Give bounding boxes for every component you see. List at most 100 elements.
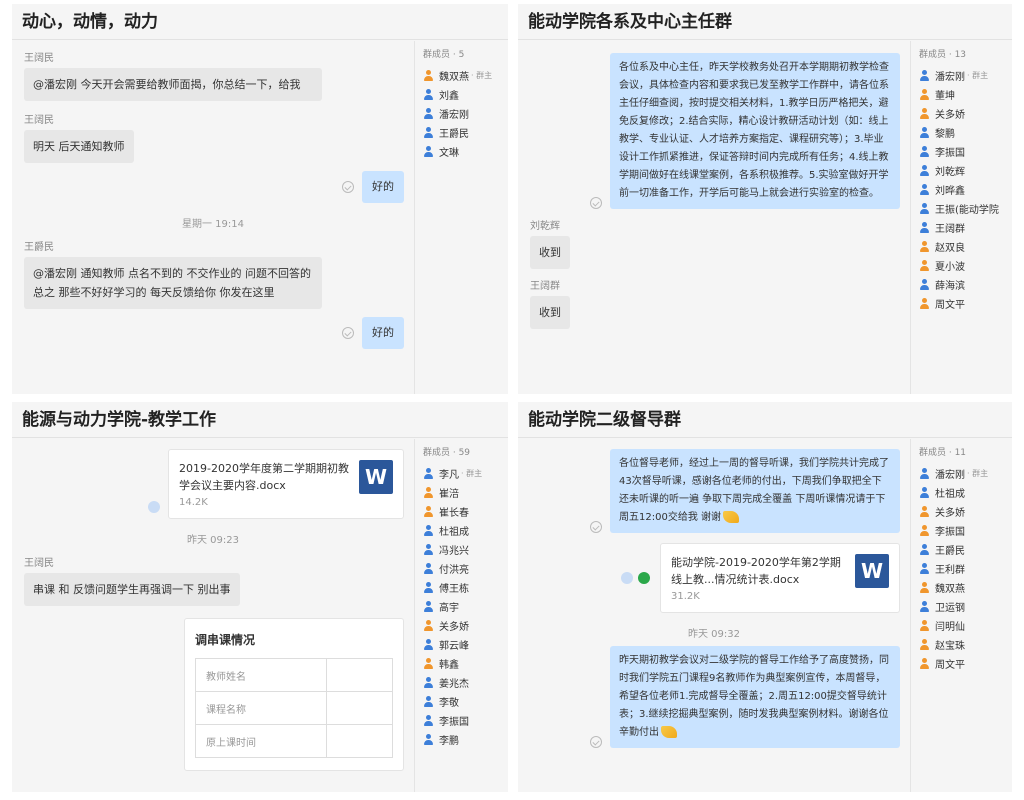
member-name: 潘宏刚	[935, 470, 965, 481]
member-item[interactable]: 潘宏刚	[423, 104, 508, 123]
member-item[interactable]: 冯兆兴	[423, 540, 508, 559]
member-item[interactable]: 崔涪	[423, 483, 508, 502]
member-item[interactable]: 黎鹏	[919, 123, 1012, 142]
member-item[interactable]: 关多娇	[919, 502, 1012, 521]
message-bubble[interactable]: @潘宏刚 通知教师 点名不到的 不交作业的 问题不回答的 总之 那些不好好学习的…	[24, 257, 322, 309]
my-message-bubble[interactable]: 各位系及中心主任，昨天学校教务处召开本学期期初教学检查会议，具体检查内容和要求我…	[610, 53, 900, 209]
message-area[interactable]: 各位系及中心主任，昨天学校教务处召开本学期期初教学检查会议，具体检查内容和要求我…	[518, 41, 910, 394]
member-item[interactable]: 李振国	[919, 521, 1012, 540]
member-item[interactable]: 王振(能动学院	[919, 199, 1012, 218]
user-icon	[919, 487, 930, 498]
read-status-icon	[590, 197, 602, 209]
member-item[interactable]: 韩鑫	[423, 654, 508, 673]
member-item[interactable]: 关多娇	[423, 616, 508, 635]
user-icon	[919, 582, 930, 593]
sender-name: 王阔群	[530, 281, 560, 292]
chat-title: 能动学院各系及中心主任群	[518, 4, 1012, 40]
download-icon[interactable]	[638, 572, 650, 584]
user-icon	[919, 146, 930, 157]
member-name: 周文平	[935, 300, 965, 311]
member-item[interactable]: 赵双良	[919, 237, 1012, 256]
member-item[interactable]: 郭云峰	[423, 635, 508, 654]
member-name: 关多娇	[439, 622, 469, 633]
message-bubble[interactable]: 明天 后天通知教师	[24, 130, 134, 163]
form-field-value[interactable]	[326, 724, 393, 758]
message-area[interactable]: 2019-2020学年度第二学期期初教学会议主要内容.docx 14.2K W …	[12, 439, 414, 792]
message-area[interactable]: 王阔民 @潘宏刚 今天开会需要给教师面揭，你总结一下，给我 王阔民 明天 后天通…	[12, 41, 414, 394]
timestamp: 昨天 09:32	[688, 629, 740, 640]
member-item[interactable]: 赵宝珠	[919, 635, 1012, 654]
user-icon	[423, 658, 434, 669]
user-icon	[423, 544, 434, 555]
member-item[interactable]: 潘宏刚 · 群主	[919, 66, 1012, 85]
member-item[interactable]: 付洪亮	[423, 559, 508, 578]
member-item[interactable]: 刘鑫	[423, 85, 508, 104]
my-message-bubble[interactable]: 昨天期初教学会议对二级学院的督导工作给予了高度赞扬，同时我们学院五门课程9名教师…	[610, 646, 900, 748]
chat-title: 动心，动情，动力	[12, 4, 508, 40]
member-item[interactable]: 李振国	[423, 711, 508, 730]
member-name: 李振国	[935, 527, 965, 538]
file-attachment[interactable]: 能动学院-2019-2020学年第2学期线上教...情况统计表.docx 31.…	[660, 543, 900, 613]
member-name: 王振(能动学院	[935, 205, 999, 216]
message-area[interactable]: 各位督导老师，经过上一周的督导听课，我们学院共计完成了43次督导听课，感谢各位老…	[518, 439, 910, 792]
member-item[interactable]: 王爵民	[423, 123, 508, 142]
member-item[interactable]: 潘宏刚 · 群主	[919, 464, 1012, 483]
member-item[interactable]: 李鹏	[423, 730, 508, 749]
my-message-bubble[interactable]: 好的	[362, 317, 404, 349]
member-item[interactable]: 傅王栋	[423, 578, 508, 597]
member-name: 付洪亮	[439, 565, 469, 576]
member-name: 卫运钢	[935, 603, 965, 614]
my-message-bubble[interactable]: 好的	[362, 171, 404, 203]
message-bubble[interactable]: 串课 和 反馈问题学生再强调一下 别出事	[24, 573, 240, 606]
member-item[interactable]: 刘晔鑫	[919, 180, 1012, 199]
member-item[interactable]: 崔长春	[423, 502, 508, 521]
member-item[interactable]: 杜祖成	[423, 521, 508, 540]
member-name: 郭云峰	[439, 641, 469, 652]
user-icon	[423, 146, 434, 157]
message-bubble[interactable]: 收到	[530, 296, 570, 329]
user-icon	[423, 715, 434, 726]
user-icon	[919, 108, 930, 119]
member-item[interactable]: 高宇	[423, 597, 508, 616]
member-name: 夏小波	[935, 262, 965, 273]
member-item[interactable]: 王利群	[919, 559, 1012, 578]
member-item[interactable]: 王爵民	[919, 540, 1012, 559]
member-item[interactable]: 李敬	[423, 692, 508, 711]
member-item[interactable]: 李振国	[919, 142, 1012, 161]
form-field-value[interactable]	[326, 658, 393, 692]
member-item[interactable]: 姜兆杰	[423, 673, 508, 692]
member-item[interactable]: 魏双燕 · 群主	[423, 66, 508, 85]
member-name: 姜兆杰	[439, 679, 469, 690]
message-bubble[interactable]: 收到	[530, 236, 570, 269]
member-name: 杜祖成	[935, 489, 965, 500]
member-item[interactable]: 薛海滨	[919, 275, 1012, 294]
form-card[interactable]: 调串课情况 教师姓名 课程名称 原上课时间	[184, 618, 404, 771]
member-item[interactable]: 夏小波	[919, 256, 1012, 275]
user-icon	[919, 658, 930, 669]
member-item[interactable]: 周文平	[919, 294, 1012, 313]
member-item[interactable]: 杜祖成	[919, 483, 1012, 502]
user-icon	[919, 639, 930, 650]
read-status-icon	[590, 521, 602, 533]
form-field-value[interactable]	[326, 691, 393, 725]
member-name: 李凡	[439, 470, 459, 481]
user-icon	[919, 601, 930, 612]
member-item[interactable]: 卫运钢	[919, 597, 1012, 616]
member-name: 赵宝珠	[935, 641, 965, 652]
member-item[interactable]: 王阔群	[919, 218, 1012, 237]
member-item[interactable]: 魏双燕	[919, 578, 1012, 597]
member-item[interactable]: 董坤	[919, 85, 1012, 104]
member-name: 周文平	[935, 660, 965, 671]
member-item[interactable]: 周文平	[919, 654, 1012, 673]
member-name: 王利群	[935, 565, 965, 576]
user-icon	[919, 127, 930, 138]
member-item[interactable]: 文琳	[423, 142, 508, 161]
member-item[interactable]: 李凡 · 群主	[423, 464, 508, 483]
message-bubble[interactable]: @潘宏刚 今天开会需要给教师面揭，你总结一下，给我	[24, 68, 322, 101]
member-item[interactable]: 刘乾辉	[919, 161, 1012, 180]
my-message-bubble[interactable]: 各位督导老师，经过上一周的督导听课，我们学院共计完成了43次督导听课，感谢各位老…	[610, 449, 900, 533]
member-item[interactable]: 闫明仙	[919, 616, 1012, 635]
member-item[interactable]: 关多娇	[919, 104, 1012, 123]
file-attachment[interactable]: 2019-2020学年度第二学期期初教学会议主要内容.docx 14.2K W	[168, 449, 404, 519]
user-icon	[919, 260, 930, 271]
